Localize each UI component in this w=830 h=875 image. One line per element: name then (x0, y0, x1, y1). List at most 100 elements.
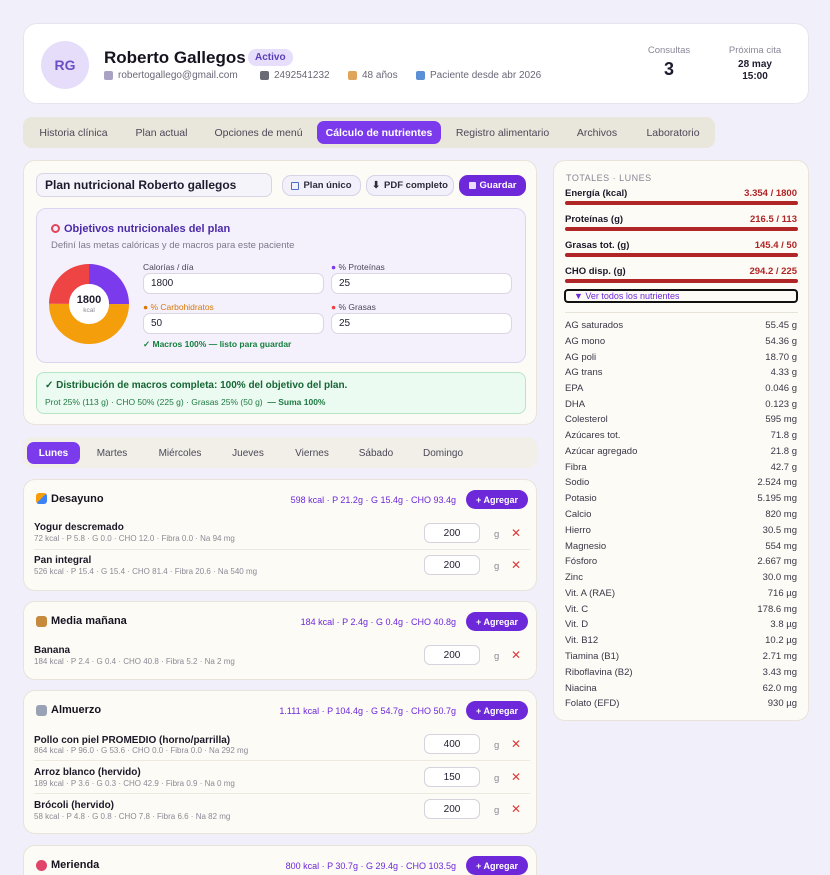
tab-calculo[interactable]: Cálculo de nutrientes (317, 121, 441, 144)
total-bar (565, 201, 798, 205)
fat-input[interactable]: 25 (331, 313, 512, 334)
view-all-nutrients-button[interactable]: ▼ Ver todos los nutrientes (564, 289, 798, 303)
nutrient-value: 178.6 mg (757, 604, 797, 615)
delete-icon[interactable]: ✕ (511, 648, 521, 662)
delete-icon[interactable]: ✕ (511, 802, 521, 816)
email-icon (104, 71, 113, 80)
day-martes[interactable]: Martes (85, 442, 139, 464)
add-food-button[interactable]: + Agregar (466, 612, 528, 631)
day-miercoles[interactable]: Miércoles (147, 442, 213, 464)
nutrient-value: 55.45 g (765, 320, 797, 331)
qty-input[interactable]: 200 (424, 799, 480, 819)
nutrient-label: DHA (565, 399, 586, 410)
nutrient-value: 716 µg (767, 588, 797, 599)
nutrient-value: 10.2 µg (765, 635, 797, 646)
distribution-sum: — Suma 100% (267, 397, 326, 407)
plan-unico-button[interactable]: Plan único (282, 175, 361, 196)
tab-opciones[interactable]: Opciones de menú (203, 121, 314, 144)
nutrient-label: Zinc (565, 572, 583, 583)
nutrient-value: 2.524 mg (757, 477, 797, 488)
row-divider (34, 793, 530, 794)
food-detail: 189 kcal · P 3.6 · G 0.3 · CHO 42.9 · Fi… (34, 779, 235, 788)
proxima-date: 28 may (738, 59, 772, 70)
cake-icon (348, 71, 357, 80)
nutrient-value: 2.71 mg (762, 651, 797, 662)
protein-dot: ● (331, 262, 339, 272)
meal-summary: 184 kcal · P 2.4g · G 0.4g · CHO 40.8g (300, 617, 456, 627)
distribution-detail-text: Prot 25% (113 g) · CHO 50% (225 g) · Gra… (45, 397, 263, 407)
save-button[interactable]: Guardar (459, 175, 526, 196)
meal-summary: 1.111 kcal · P 104.4g · G 54.7g · CHO 50… (279, 706, 456, 716)
qty-input[interactable]: 200 (424, 555, 480, 575)
nutrient-value: 2.667 mg (757, 556, 797, 567)
qty-unit: g (494, 740, 500, 751)
meal-summary: 598 kcal · P 21.2g · G 15.4g · CHO 93.4g (290, 495, 456, 505)
plan-title-input[interactable]: Plan nutricional Roberto gallegos (36, 173, 272, 197)
totals-header: TOTALES · LUNES (566, 173, 652, 183)
delete-icon[interactable]: ✕ (511, 737, 521, 751)
target-icon (51, 224, 60, 233)
fruit-icon (36, 860, 47, 871)
totals-divider (565, 312, 798, 313)
total-value: 294.2 / 225 (749, 266, 797, 277)
protein-input[interactable]: 25 (331, 273, 512, 294)
food-name: Brócoli (hervido) (34, 800, 115, 811)
tab-laboratorio[interactable]: Laboratorio (633, 121, 713, 144)
qty-input[interactable]: 200 (424, 645, 480, 665)
since-meta: Paciente desde abr 2026 (416, 70, 541, 81)
nutrient-value: 0.123 g (765, 399, 797, 410)
nutrient-value: 42.7 g (770, 462, 797, 473)
objectives-subtitle: Definí las metas calóricas y de macros p… (51, 240, 295, 251)
nutrient-label: Azúcares tot. (565, 430, 621, 441)
total-label: Energía (kcal) (565, 188, 628, 199)
nutrient-value: 0.046 g (765, 383, 797, 394)
day-sabado[interactable]: Sábado (349, 442, 403, 464)
total-value: 145.4 / 50 (754, 240, 797, 251)
qty-unit: g (494, 805, 500, 816)
nutrient-label: AG poli (565, 352, 597, 363)
day-viernes[interactable]: Viernes (283, 442, 341, 464)
total-value: 216.5 / 113 (749, 214, 797, 225)
nutrient-label: Fósforo (565, 556, 598, 567)
total-label: Grasas tot. (g) (565, 240, 630, 251)
add-food-button[interactable]: + Agregar (466, 490, 528, 509)
nutrient-label: Hierro (565, 525, 591, 536)
delete-icon[interactable]: ✕ (511, 526, 521, 540)
save-label: Guardar (479, 180, 517, 191)
consultas-label: Consultas (647, 45, 691, 56)
add-food-button[interactable]: + Agregar (466, 701, 528, 720)
total-value: 3.354 / 1800 (744, 188, 797, 199)
qty-input[interactable]: 200 (424, 523, 480, 543)
calories-input[interactable]: 1800 (143, 273, 324, 294)
nutrient-value: 3.8 µg (770, 619, 797, 630)
tab-historia[interactable]: Historia clínica (27, 121, 120, 144)
nutrient-value: 30.0 mg (762, 572, 797, 583)
email-text: robertogallego@gmail.com (118, 70, 238, 81)
day-tabs: Lunes Martes Miércoles Jueves Viernes Sá… (23, 437, 537, 468)
delete-icon[interactable]: ✕ (511, 558, 521, 572)
nutrient-label: AG trans (565, 367, 603, 378)
qty-input[interactable]: 150 (424, 767, 480, 787)
objectives-title: Objetivos nutricionales del plan (51, 223, 230, 235)
qty-input[interactable]: 400 (424, 734, 480, 754)
delete-icon[interactable]: ✕ (511, 770, 521, 784)
cho-label: ● % Carbohidratos (143, 302, 214, 312)
day-domingo[interactable]: Domingo (411, 442, 475, 464)
cho-input[interactable]: 50 (143, 313, 324, 334)
tab-plan-actual[interactable]: Plan actual (123, 121, 200, 144)
pdf-button[interactable]: ⬇ PDF completo (366, 175, 454, 196)
nutrient-value: 820 mg (765, 509, 797, 520)
add-food-button[interactable]: + Agregar (466, 856, 528, 875)
nutrient-label: AG saturados (565, 320, 624, 331)
meal-summary: 800 kcal · P 30.7g · G 29.4g · CHO 103.5… (285, 861, 456, 871)
total-label: Proteínas (g) (565, 214, 624, 225)
meal-card-media-manana: Media mañana 184 kcal · P 2.4g · G 0.4g … (23, 601, 537, 680)
tab-archivos[interactable]: Archivos (564, 121, 630, 144)
day-jueves[interactable]: Jueves (221, 442, 275, 464)
day-lunes[interactable]: Lunes (27, 442, 80, 464)
nutrient-label: Vit. D (565, 619, 589, 630)
fat-label: ● % Grasas (331, 302, 376, 312)
objectives-title-text: Objetivos nutricionales del plan (64, 223, 231, 235)
tab-registro[interactable]: Registro alimentario (444, 121, 561, 144)
food-detail: 184 kcal · P 2.4 · G 0.4 · CHO 40.8 · Fi… (34, 657, 235, 666)
